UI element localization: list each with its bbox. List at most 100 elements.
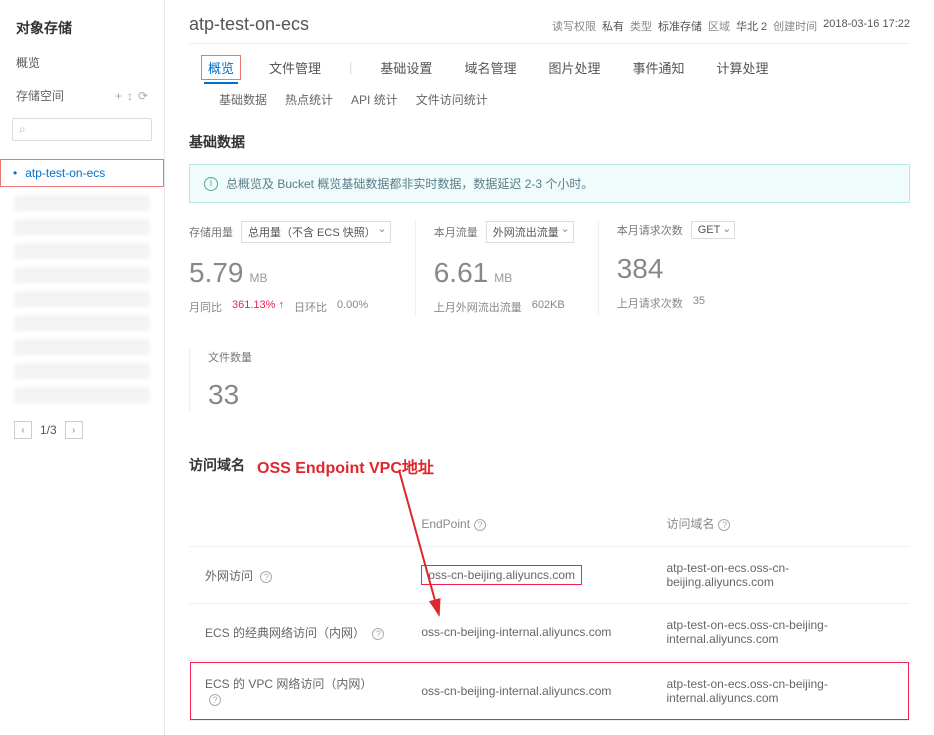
stat-requests-foot-val: 35 — [693, 295, 705, 311]
stat-traffic-select[interactable]: 外网流出流量 — [486, 221, 574, 243]
help-icon[interactable]: ? — [372, 628, 384, 640]
domain-section-title: 访问域名 — [189, 455, 245, 475]
stat-mom-val: 361.13% ↑ — [232, 299, 284, 315]
stat-dod-label: 日环比 — [294, 299, 327, 315]
table-row: ECS 的经典网络访问（内网） ?oss-cn-beijing-internal… — [189, 604, 910, 661]
delay-notice: i 总概览及 Bucket 概览基础数据都非实时数据，数据延迟 2-3 个小时。 — [189, 164, 910, 203]
bucket-pager: ‹ 1/3 › — [0, 411, 164, 449]
col-endpoint: EndPoint? — [405, 501, 650, 547]
info-icon: i — [204, 177, 218, 191]
row-type: 外网访问 ? — [189, 547, 405, 604]
stat-requests-num: 384 — [617, 253, 664, 285]
row-endpoint: oss-cn-beijing-internal.aliyuncs.com — [405, 604, 650, 661]
stat-requests-foot-label: 上月请求次数 — [617, 295, 683, 311]
stat-storage: 存储用量 总用量（不含 ECS 快照） 5.79 MB 月同比 361.13% … — [189, 221, 391, 325]
bucket-item-label: atp-test-on-ecs — [25, 166, 105, 180]
stat-requests-select[interactable]: GET — [691, 221, 736, 239]
bucket-header: atp-test-on-ecs 读写权限 私有 类型 标准存储 区域 华北 2 … — [189, 14, 910, 44]
stat-dod-val: 0.00% — [337, 299, 368, 315]
row-domain: atp-test-on-ecs.oss-cn-beijing-internal.… — [650, 604, 910, 661]
stat-storage-label: 存储用量 — [189, 224, 233, 240]
bucket-item-active[interactable]: atp-test-on-ecs — [0, 159, 164, 187]
stat-traffic-foot-label: 上月外网流出流量 — [434, 299, 522, 315]
stat-storage-select[interactable]: 总用量（不含 ECS 快照） — [241, 221, 391, 243]
sidebar-icons: + ↕ ⟳ — [115, 89, 148, 103]
tab-event[interactable]: 事件通知 — [628, 52, 688, 83]
tab-domain[interactable]: 域名管理 — [460, 52, 520, 83]
bucket-item-blurred[interactable] — [14, 315, 150, 331]
sidebar-storage-section: 存储空间 + ↕ ⟳ — [0, 79, 164, 112]
stat-mom-label: 月同比 — [189, 299, 222, 315]
type-label: 类型 — [630, 18, 652, 34]
sub-tabs: 基础数据 热点统计 API 统计 文件访问统计 — [189, 87, 910, 122]
region-value: 华北 2 — [736, 18, 767, 34]
stat-traffic-unit: MB — [494, 271, 512, 285]
pager-next-button[interactable]: › — [65, 421, 83, 439]
bucket-item-blurred[interactable] — [14, 195, 150, 211]
region-label: 区域 — [708, 18, 730, 34]
annotation-box-tab: 概览 — [201, 55, 241, 80]
bucket-name-title: atp-test-on-ecs — [189, 14, 309, 35]
sidebar: 对象存储 概览 存储空间 + ↕ ⟳ ⌕ atp-test-on-ecs — [0, 0, 165, 735]
add-icon[interactable]: + — [115, 89, 122, 103]
col-type — [189, 501, 405, 547]
row-type: ECS 的经典网络访问（内网） ? — [189, 604, 405, 661]
stat-storage-unit: MB — [250, 271, 268, 285]
help-icon[interactable]: ? — [718, 519, 730, 531]
bucket-item-blurred[interactable] — [14, 219, 150, 235]
subtab-api[interactable]: API 统计 — [351, 91, 398, 108]
sidebar-storage-label: 存储空间 — [16, 87, 64, 104]
row-type: ECS 的 VPC 网络访问（内网） ? — [189, 661, 405, 721]
pager-prev-button[interactable]: ‹ — [14, 421, 32, 439]
sort-icon[interactable]: ↕ — [127, 89, 133, 103]
subtab-hot[interactable]: 热点统计 — [285, 91, 333, 108]
pager-text: 1/3 — [40, 423, 57, 437]
domain-table: EndPoint? 访问域名? 外网访问 ? oss-cn-beijing.ali… — [189, 501, 910, 721]
type-value: 标准存储 — [658, 18, 702, 34]
stat-files-num: 33 — [208, 379, 239, 411]
subtab-basic[interactable]: 基础数据 — [219, 91, 267, 108]
bucket-item-blurred[interactable] — [14, 387, 150, 403]
stat-files-label: 文件数量 — [208, 349, 252, 365]
created-label: 创建时间 — [773, 18, 817, 34]
row-endpoint: oss-cn-beijing.aliyuncs.com — [405, 547, 650, 604]
tab-settings[interactable]: 基础设置 — [376, 52, 436, 83]
perm-label: 读写权限 — [552, 18, 596, 34]
search-icon: ⌕ — [19, 122, 26, 137]
col-domain: 访问域名? — [650, 501, 910, 547]
tab-compute[interactable]: 计算处理 — [712, 52, 772, 83]
help-icon[interactable]: ? — [209, 694, 221, 706]
bucket-item-blurred[interactable] — [14, 267, 150, 283]
sidebar-overview[interactable]: 概览 — [0, 46, 164, 79]
refresh-icon[interactable]: ⟳ — [138, 89, 148, 103]
bucket-item-blurred[interactable] — [14, 243, 150, 259]
bucket-search-input[interactable]: ⌕ — [12, 118, 152, 141]
stat-traffic: 本月流量 外网流出流量 6.61 MB 上月外网流出流量 602KB — [415, 221, 574, 325]
table-row: ECS 的 VPC 网络访问（内网） ?oss-cn-beijing-inter… — [189, 661, 910, 721]
table-row: 外网访问 ? oss-cn-beijing.aliyuncs.com atp-tes… — [189, 547, 910, 604]
annotation-text: OSS Endpoint VPC地址 — [257, 454, 434, 478]
help-icon[interactable]: ? — [260, 571, 272, 583]
annotation-box-endpoint: oss-cn-beijing.aliyuncs.com — [421, 565, 582, 585]
tab-image[interactable]: 图片处理 — [544, 52, 604, 83]
row-domain: atp-test-on-ecs.oss-cn-beijing-internal.… — [650, 661, 910, 721]
stat-traffic-num: 6.61 — [434, 257, 489, 289]
sidebar-title: 对象存储 — [0, 10, 164, 46]
tab-overview[interactable]: 概览 — [204, 55, 238, 84]
main-content: atp-test-on-ecs 读写权限 私有 类型 标准存储 区域 华北 2 … — [165, 0, 934, 735]
stat-storage-num: 5.79 — [189, 257, 244, 289]
bucket-item-blurred[interactable] — [14, 291, 150, 307]
bucket-item-blurred[interactable] — [14, 339, 150, 355]
created-value: 2018-03-16 17:22 — [823, 18, 910, 34]
tab-separator: | — [349, 60, 352, 75]
tab-files[interactable]: 文件管理 — [265, 52, 325, 83]
bucket-item-blurred[interactable] — [14, 363, 150, 379]
row-domain: atp-test-on-ecs.oss-cn-beijing.aliyuncs.… — [650, 547, 910, 604]
main-tabs: 概览 文件管理 | 基础设置 域名管理 图片处理 事件通知 计算处理 — [189, 44, 910, 87]
stat-traffic-label: 本月流量 — [434, 224, 478, 240]
bucket-list: atp-test-on-ecs — [0, 159, 164, 403]
subtab-file[interactable]: 文件访问统计 — [416, 91, 488, 108]
row-endpoint: oss-cn-beijing-internal.aliyuncs.com — [405, 661, 650, 721]
basic-data-title: 基础数据 — [189, 132, 910, 152]
help-icon[interactable]: ? — [474, 519, 486, 531]
